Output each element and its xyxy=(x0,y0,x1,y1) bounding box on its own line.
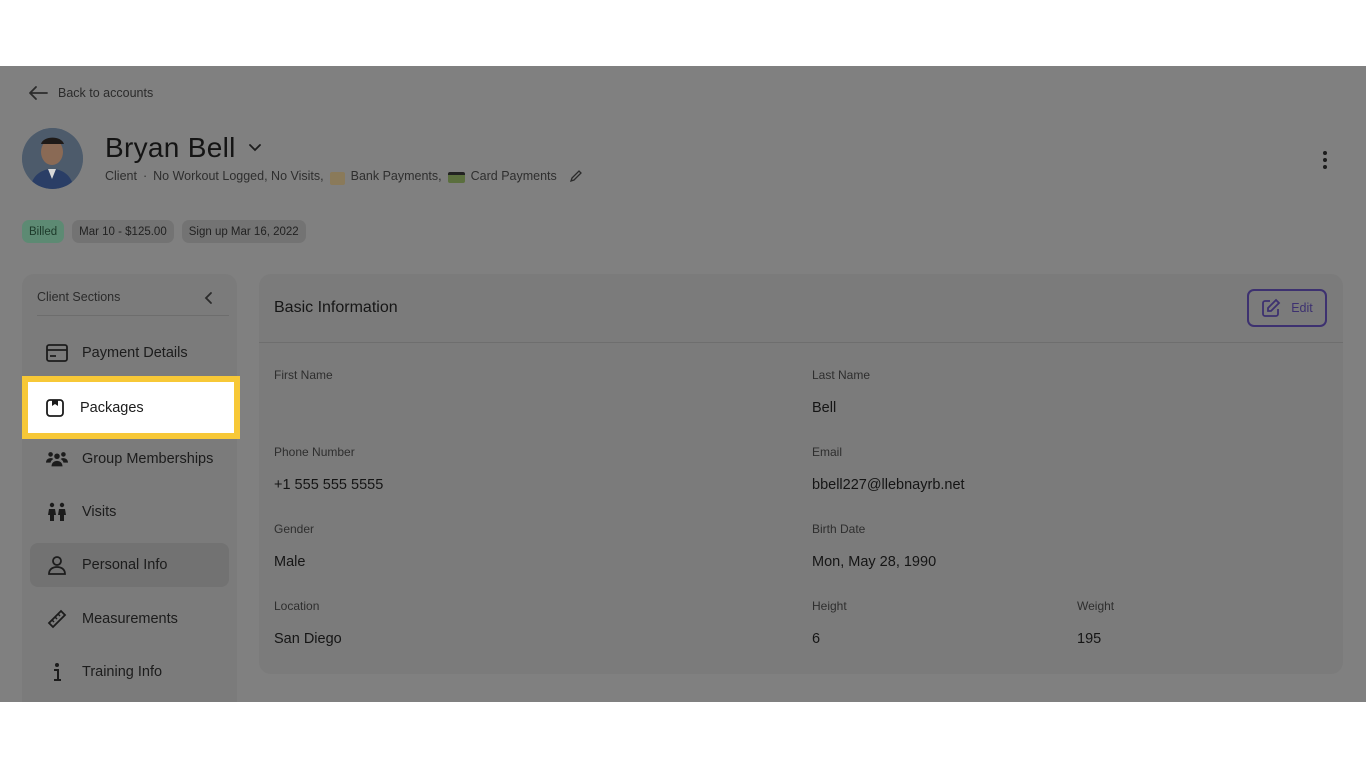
visits-icon xyxy=(46,501,68,523)
sidebar-item-label: Personal Info xyxy=(82,557,168,573)
sidebar-item-label: Measurements xyxy=(82,611,178,627)
role-text: Client xyxy=(105,169,137,183)
location-label: Location xyxy=(274,599,320,613)
sidebar-item-label: Group Memberships xyxy=(82,451,214,467)
card-payments-text: Card Payments xyxy=(470,169,557,183)
sidebar-item-label: Payment Details xyxy=(82,345,188,361)
chevron-down-icon[interactable] xyxy=(248,143,262,153)
client-name-row[interactable]: Bryan Bell xyxy=(105,132,262,164)
sidebar-title: Client Sections xyxy=(37,290,121,304)
next-bill-badge: Mar 10 - $125.00 xyxy=(72,220,174,243)
first-name-label: First Name xyxy=(274,368,333,382)
sidebar-item-label: Training Info xyxy=(82,664,163,680)
client-name: Bryan Bell xyxy=(105,132,236,163)
last-name-value: Bell xyxy=(812,400,837,416)
info-icon xyxy=(46,661,68,683)
gender-label: Gender xyxy=(274,522,315,536)
sidebar-header: Client Sections xyxy=(37,290,229,316)
group-icon xyxy=(46,448,68,470)
client-summary: Client · No Workout Logged, No Visits, B… xyxy=(105,169,583,185)
billed-badge: Billed xyxy=(22,220,65,243)
phone-label: Phone Number xyxy=(274,445,355,459)
edit-label: Edit xyxy=(1291,301,1313,315)
birth-date-value: Mon, May 28, 1990 xyxy=(812,554,937,570)
height-value: 6 xyxy=(812,631,821,647)
height-label: Height xyxy=(812,599,847,613)
edit-button[interactable]: Edit xyxy=(1247,289,1327,327)
more-options-icon[interactable] xyxy=(1320,151,1330,169)
package-icon xyxy=(44,397,66,419)
edit-icon xyxy=(1262,298,1281,317)
app-screen: Back to accounts Bryan Bell Client · No … xyxy=(0,66,1366,702)
sidebar-item-training-info[interactable]: Training Info xyxy=(30,650,229,694)
credit-card-icon xyxy=(46,342,68,364)
signup-badge: Sign up Mar 16, 2022 xyxy=(181,220,306,243)
phone-value: +1 555 555 5555 xyxy=(274,477,384,493)
bank-payments-text: Bank Payments, xyxy=(350,169,442,183)
separator-dot: · xyxy=(142,169,148,183)
birth-date-label: Birth Date xyxy=(812,522,866,536)
email-label: Email xyxy=(812,445,843,459)
client-sections-sidebar: Client Sections Payment Details Group Me… xyxy=(22,274,237,702)
last-name-label: Last Name xyxy=(812,368,871,382)
email-value: bbell227@llebnayrb.net xyxy=(812,477,965,493)
person-icon xyxy=(46,554,68,576)
gender-value: Male xyxy=(274,554,306,570)
avatar xyxy=(22,128,83,189)
sidebar-item-payment-details[interactable]: Payment Details xyxy=(30,331,229,375)
sidebar-item-label: Visits xyxy=(82,504,117,520)
weight-value: 195 xyxy=(1077,631,1102,647)
sidebar-item-personal-info[interactable]: Personal Info xyxy=(30,543,229,587)
sidebar-item-label: Packages xyxy=(80,399,144,416)
location-value: San Diego xyxy=(274,631,342,647)
credit-card-emoji-icon xyxy=(447,171,465,183)
chevron-left-icon[interactable] xyxy=(201,290,217,306)
panel-divider xyxy=(259,342,1343,343)
weight-label: Weight xyxy=(1077,599,1115,613)
back-to-accounts-link[interactable]: Back to accounts xyxy=(28,85,153,101)
panel-title: Basic Information xyxy=(274,299,398,316)
basic-information-panel: Basic Information Edit First Name Last N… xyxy=(259,274,1343,674)
pencil-icon[interactable] xyxy=(569,169,583,183)
sidebar-item-group-memberships[interactable]: Group Memberships xyxy=(30,437,229,481)
arrow-left-icon xyxy=(29,86,48,100)
status-text: No Workout Logged, No Visits, xyxy=(153,169,324,183)
sidebar-item-visits[interactable]: Visits xyxy=(30,490,229,534)
back-label: Back to accounts xyxy=(58,86,154,100)
sidebar-item-packages[interactable]: Packages xyxy=(22,376,240,439)
ruler-icon xyxy=(46,608,68,630)
sidebar-item-measurements[interactable]: Measurements xyxy=(30,597,229,641)
badge-row: Billed Mar 10 - $125.00 Sign up Mar 16, … xyxy=(22,220,306,243)
bank-icon xyxy=(329,171,345,185)
